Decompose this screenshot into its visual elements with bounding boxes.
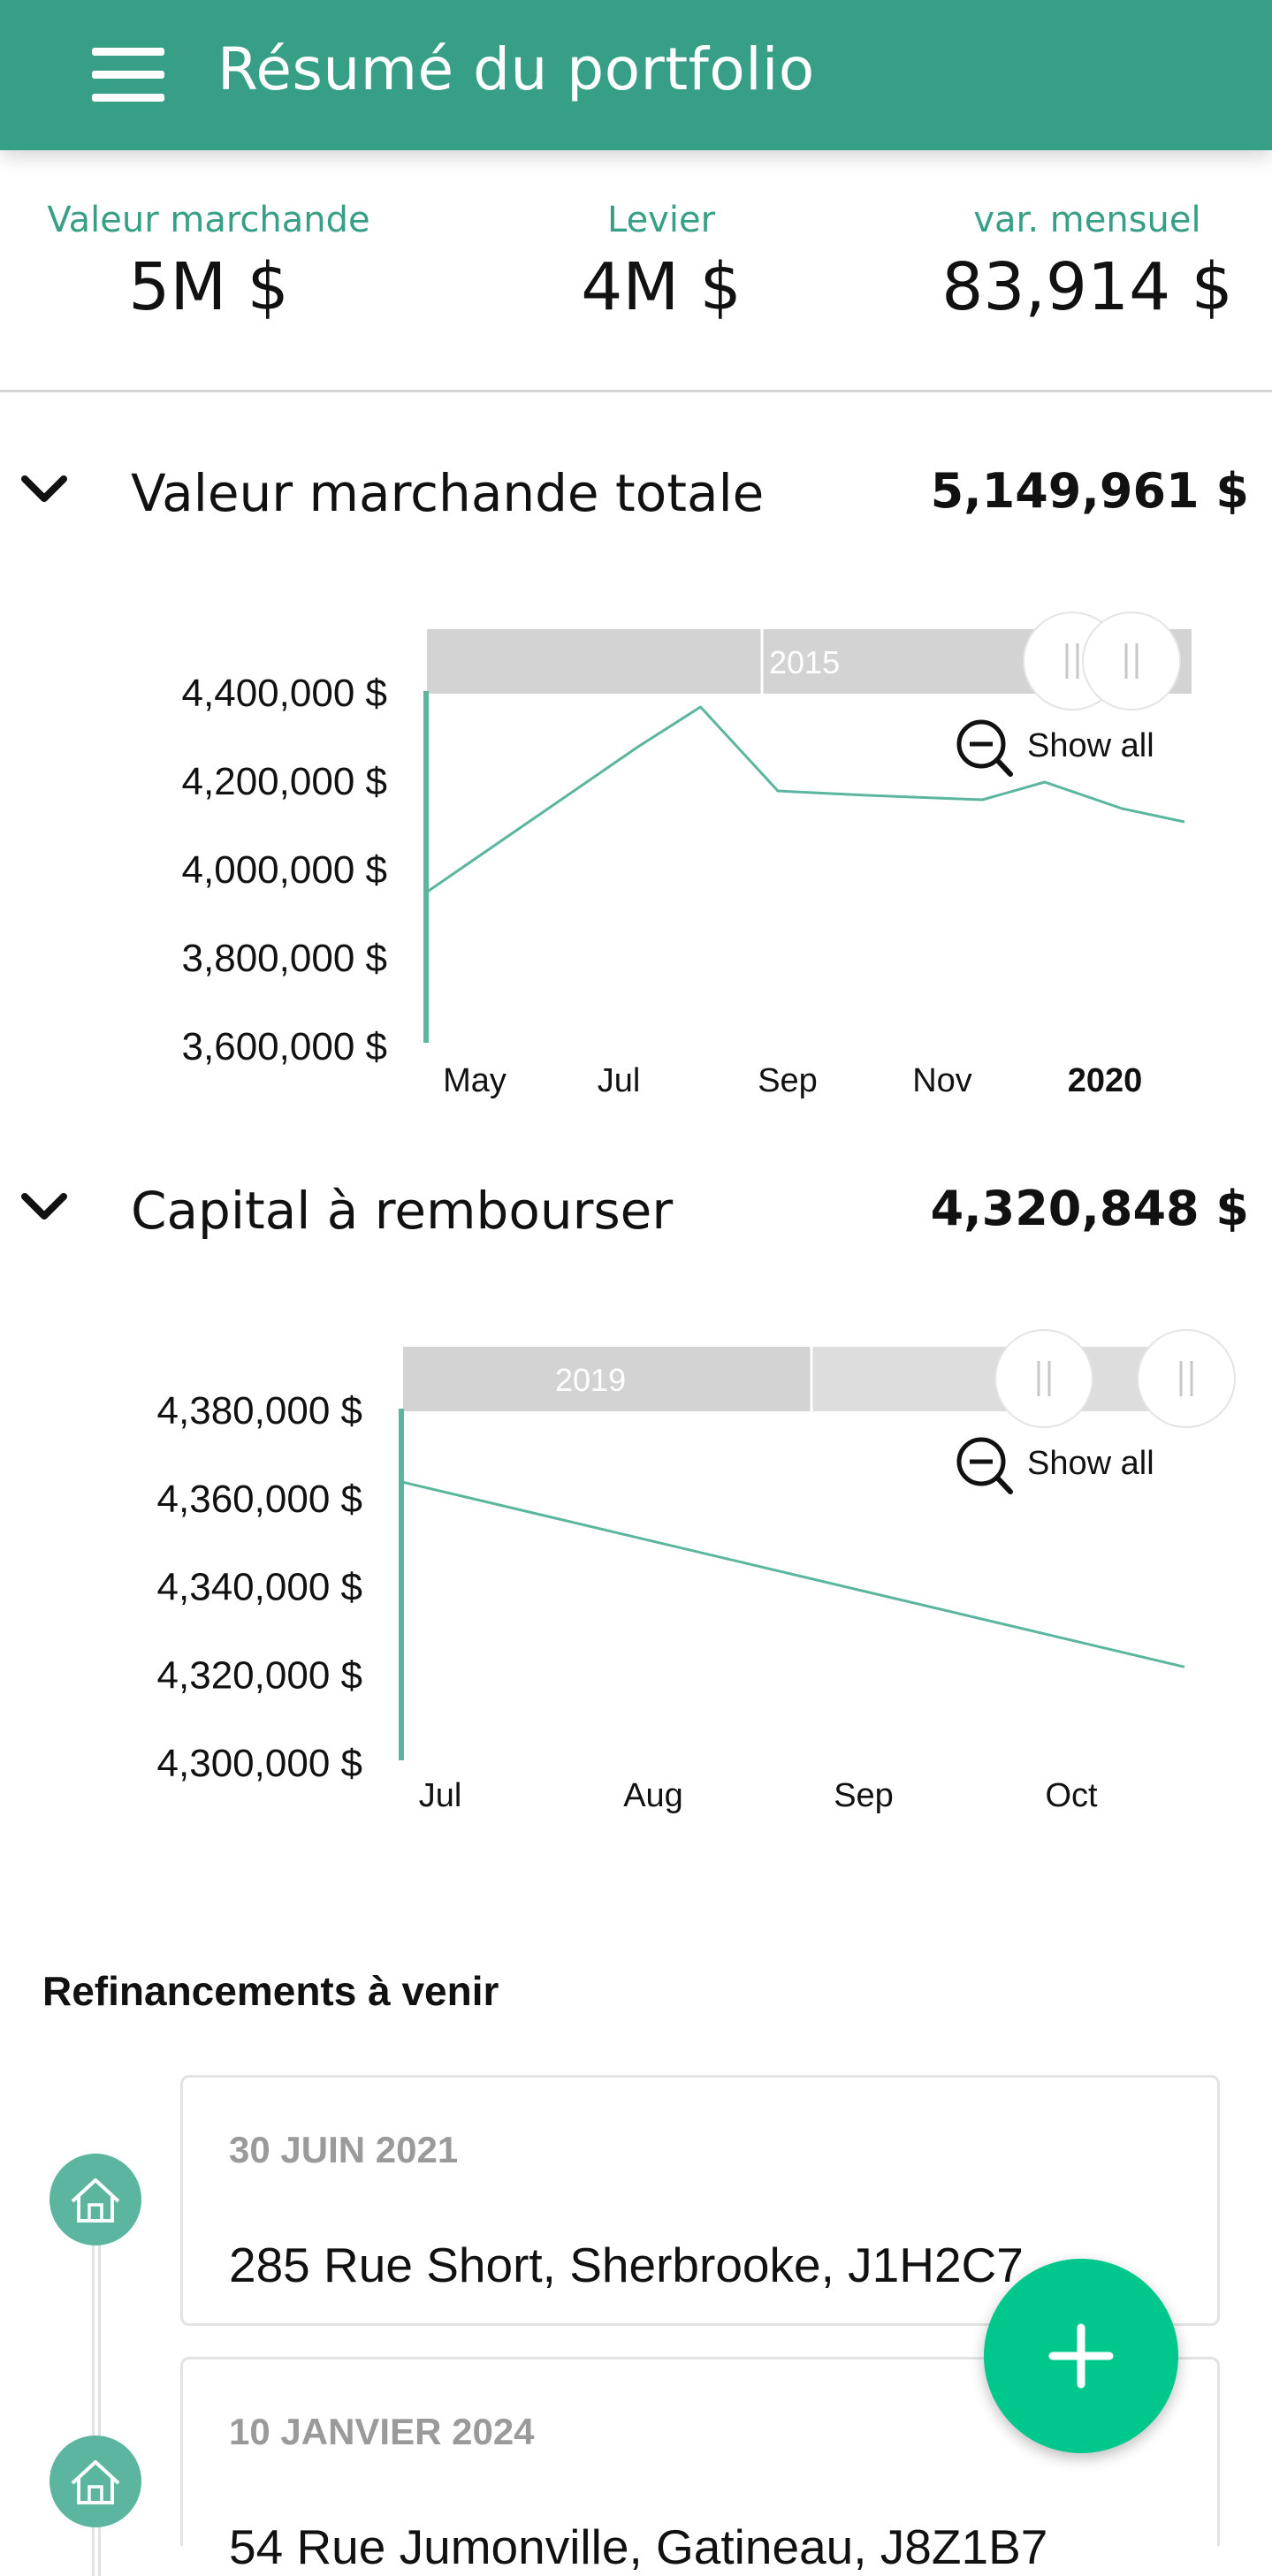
kpi-value: 4M $: [484, 249, 838, 325]
x-tick-label: Oct: [1045, 1777, 1098, 1814]
series-line: [401, 1482, 1184, 1668]
x-tick-label: Jul: [419, 1777, 462, 1814]
show-all-button[interactable]: Show all: [959, 1440, 1154, 1492]
chevron-down-icon[interactable]: [19, 472, 69, 507]
series-line: [401, 1482, 1184, 1668]
menu-icon[interactable]: [92, 48, 164, 103]
y-tick-label: 3,600,000 $: [182, 1025, 387, 1068]
chart-navigator[interactable]: 2015: [427, 612, 1192, 710]
navigator-label: 2019: [555, 1362, 626, 1398]
kpi-label: Levier: [484, 200, 838, 240]
y-tick-label: 4,200,000 $: [182, 760, 387, 803]
refinancing-address: 54 Rue Jumonville, Gatineau, J8Z1B7: [229, 2519, 1047, 2575]
x-axis: May Jul Sep Nov 2020: [443, 1062, 1142, 1099]
refinancing-title: Refinancements à venir: [42, 1967, 499, 2015]
zoom-out-icon: [959, 1440, 1010, 1492]
y-tick-label: 4,300,000 $: [157, 1742, 362, 1785]
section-title: Valeur marchande totale: [131, 463, 764, 523]
kpi-market-value: Valeur marchande 5M $: [32, 200, 385, 325]
navigator-handle-right[interactable]: [1138, 1330, 1235, 1427]
section-market-value-header[interactable]: Valeur marchande totale 5,149,961 $: [0, 456, 1272, 527]
section-title: Capital à rembourser: [131, 1181, 673, 1241]
x-tick-label: Nov: [912, 1062, 972, 1099]
refinancing-address: 285 Rue Short, Sherbrooke, J1H2C7: [229, 2237, 1024, 2293]
kpi-value: 5M $: [32, 249, 385, 325]
y-tick-label: 4,400,000 $: [182, 672, 387, 715]
page-title: Résumé du portfolio: [217, 35, 815, 103]
show-all-button[interactable]: Show all: [959, 722, 1154, 774]
chart-navigator[interactable]: 2019: [403, 1330, 1235, 1427]
plus-icon: [984, 2259, 1178, 2453]
x-axis: Jul Aug Sep Oct: [419, 1777, 1098, 1814]
y-axis: 4,400,000 $ 4,200,000 $ 4,000,000 $ 3,800,0…: [182, 672, 387, 1068]
y-tick-label: 3,800,000 $: [182, 937, 387, 980]
section-principal-header[interactable]: Capital à rembourser 4,320,848 $: [0, 1174, 1272, 1244]
refinancing-date: 10 JANVIER 2024: [229, 2411, 535, 2453]
add-button[interactable]: [984, 2259, 1178, 2453]
kpi-label: Valeur marchande: [32, 200, 385, 240]
zoom-out-icon: [959, 722, 1010, 774]
y-axis: 4,380,000 $ 4,360,000 $ 4,340,000 $ 4,320,0…: [157, 1389, 362, 1785]
x-tick-label: Aug: [623, 1777, 683, 1814]
refinancing-date: 30 JUIN 2021: [229, 2129, 458, 2171]
navigator-handle-right[interactable]: [1083, 612, 1180, 710]
app-bar: Résumé du portfolio: [0, 0, 1272, 150]
x-tick-label: Sep: [834, 1777, 894, 1814]
y-tick-label: 4,320,000 $: [157, 1653, 362, 1697]
principal-chart: 2019 Show all 4,380,000 $ 4,360,000 $ 4,34…: [0, 1327, 1272, 1840]
navigator-label: 2015: [769, 644, 840, 680]
home-icon: [50, 2435, 141, 2527]
y-tick-label: 4,380,000 $: [157, 1389, 362, 1432]
kpi-leverage: Levier 4M $: [484, 200, 838, 325]
x-tick-label: 2020: [1068, 1062, 1143, 1099]
y-tick-label: 4,340,000 $: [157, 1566, 362, 1609]
navigator-handle-left[interactable]: [995, 1330, 1093, 1427]
show-all-label: Show all: [1027, 1445, 1154, 1482]
kpi-monthly-change: var. mensuel 83,914 $: [910, 200, 1264, 325]
divider: [0, 390, 1272, 392]
x-tick-label: May: [443, 1062, 507, 1099]
x-tick-label: Sep: [758, 1062, 818, 1099]
chevron-down-icon[interactable]: [19, 1189, 69, 1225]
section-value: 5,149,961 $: [931, 463, 1249, 519]
kpi-value: 83,914 $: [910, 249, 1264, 325]
show-all-label: Show all: [1027, 727, 1154, 764]
market-value-chart: 2015 Show all 4,400,000 $ 4,200,000 $ 4,00…: [0, 610, 1272, 1122]
section-value: 4,320,848 $: [931, 1181, 1249, 1236]
y-tick-label: 4,360,000 $: [157, 1478, 362, 1521]
x-tick-label: Jul: [598, 1062, 641, 1099]
home-icon: [50, 2154, 141, 2245]
y-tick-label: 4,000,000 $: [182, 848, 387, 892]
kpi-label: var. mensuel: [910, 200, 1264, 240]
